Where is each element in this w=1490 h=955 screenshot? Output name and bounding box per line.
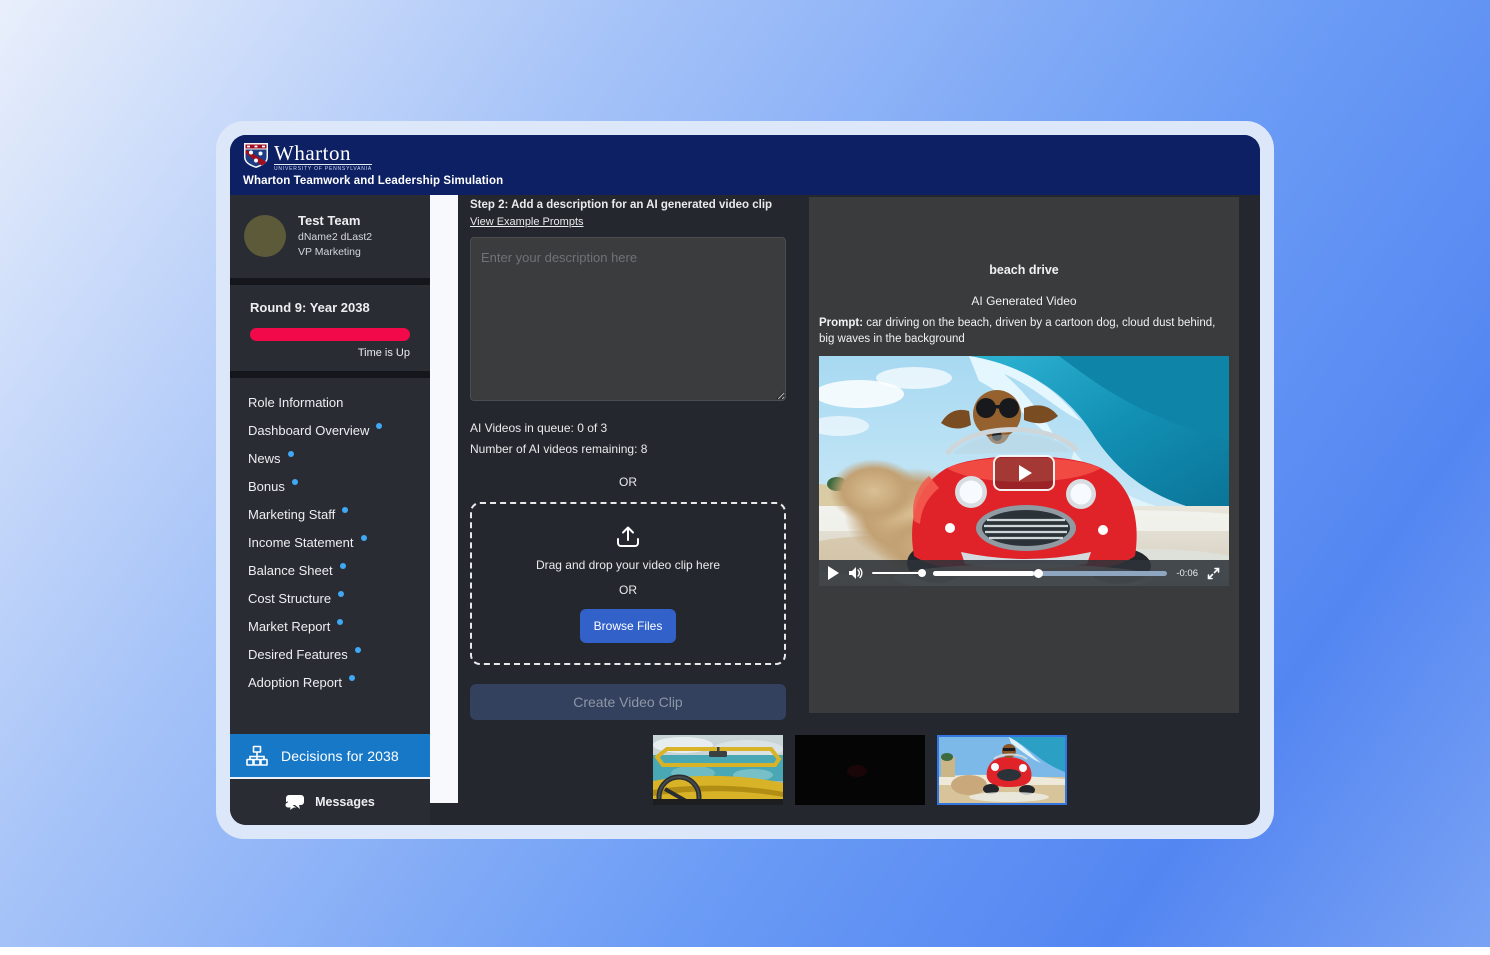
messages-button[interactable]: Messages [230,779,430,825]
scrollbar-track[interactable] [430,195,458,825]
view-example-prompts-link[interactable]: View Example Prompts [470,216,584,228]
unread-dot [340,563,346,569]
unread-dot [361,535,367,541]
clip-thumbnails [470,735,1260,805]
clip-type-label: AI Generated Video [809,294,1239,308]
sidebar-item-news[interactable]: News [238,444,430,472]
or-separator: OR [470,475,786,489]
wharton-shield-icon [243,142,269,169]
app-window: Wharton University of Pennsylvania Whart… [230,135,1260,825]
sidebar-item-balance-sheet[interactable]: Balance Sheet [238,556,430,584]
clip-title: beach drive [809,263,1239,277]
video-preview-panel: beach drive AI Generated Video Prompt: c… [809,197,1239,713]
video-player[interactable]: -0:06 [819,356,1229,586]
upload-icon [615,525,641,549]
time-remaining: -0:06 [1176,568,1198,579]
divider [230,371,430,378]
unread-dot [288,451,294,457]
play-overlay-button[interactable] [993,455,1055,491]
team-avatar [244,215,286,257]
divider [230,278,430,285]
seek-fill [933,571,1034,576]
fullscreen-icon[interactable] [1207,567,1220,580]
unread-dot [292,479,298,485]
unread-dot [337,619,343,625]
sidebar-nav: Role Information Dashboard Overview News… [230,378,430,734]
thumbnail-dashboard-clip[interactable] [653,735,783,805]
video-controls: -0:06 [819,560,1229,586]
volume-slider[interactable] [872,572,924,574]
messages-label: Messages [315,795,375,809]
seek-bar[interactable] [933,571,1167,576]
team-member: dName2 dLast2 [298,231,372,243]
brand-name: Wharton [274,142,372,165]
sidebar-item-market-report[interactable]: Market Report [238,612,430,640]
unread-dot [342,507,348,513]
chat-bubbles-icon [285,793,306,811]
sitemap-icon [246,745,268,767]
brand-subtext: University of Pennsylvania [274,166,372,172]
bottom-strip [0,947,1490,955]
browse-files-button[interactable]: Browse Files [580,609,677,643]
dropzone-text: Drag and drop your video clip here [536,558,720,572]
thumbnail-black-clip[interactable] [795,735,925,805]
round-label: Round 9: Year 2038 [250,300,410,315]
sidebar-item-role-information[interactable]: Role Information [238,388,430,416]
play-icon [1019,465,1032,481]
unread-dot [338,591,344,597]
description-input[interactable] [470,237,786,401]
sidebar-item-marketing-staff[interactable]: Marketing Staff [238,500,430,528]
wharton-logo: Wharton University of Pennsylvania [243,142,1260,172]
unread-dot [349,675,355,681]
seek-knob[interactable] [1034,569,1043,578]
sidebar-item-bonus[interactable]: Bonus [238,472,430,500]
round-timer-status: Time is Up [250,347,410,359]
volume-knob[interactable] [918,569,926,577]
queue-status: AI Videos in queue: 0 of 3 [470,421,786,435]
sidebar-item-desired-features[interactable]: Desired Features [238,640,430,668]
sidebar-item-cost-structure[interactable]: Cost Structure [238,584,430,612]
team-role: VP Marketing [298,246,372,258]
video-form: Step 2: Add a description for an AI gene… [470,197,786,720]
round-progress-bar [250,328,410,341]
thumbnail-beach-drive-clip[interactable] [937,735,1067,805]
app-frame: Wharton University of Pennsylvania Whart… [216,121,1274,839]
volume-icon[interactable] [848,566,863,580]
sidebar-item-dashboard-overview[interactable]: Dashboard Overview [238,416,430,444]
main-content: Step 2: Add a description for an AI gene… [458,195,1260,825]
app-header: Wharton University of Pennsylvania Whart… [230,135,1260,195]
sidebar-item-income-statement[interactable]: Income Statement [238,528,430,556]
clip-prompt: Prompt: car driving on the beach, driven… [819,316,1229,347]
team-card: Test Team dName2 dLast2 VP Marketing [230,195,430,278]
step2-title: Step 2: Add a description for an AI gene… [470,199,786,211]
unread-dot [355,647,361,653]
team-name: Test Team [298,213,372,228]
sidebar-item-decisions[interactable]: Decisions for 2038 [230,734,430,779]
create-video-clip-button[interactable]: Create Video Clip [470,684,786,720]
round-section: Round 9: Year 2038 Time is Up [230,285,430,371]
remaining-status: Number of AI videos remaining: 8 [470,442,786,456]
play-button[interactable] [828,566,839,580]
sidebar-item-adoption-report[interactable]: Adoption Report [238,668,430,696]
unread-dot [376,423,382,429]
app-title: Wharton Teamwork and Leadership Simulati… [243,175,1260,187]
dropzone-or: OR [619,583,637,597]
video-dropzone[interactable]: Drag and drop your video clip here OR Br… [470,502,786,665]
sidebar: Test Team dName2 dLast2 VP Marketing Rou… [230,195,430,825]
decisions-label: Decisions for 2038 [281,748,399,764]
